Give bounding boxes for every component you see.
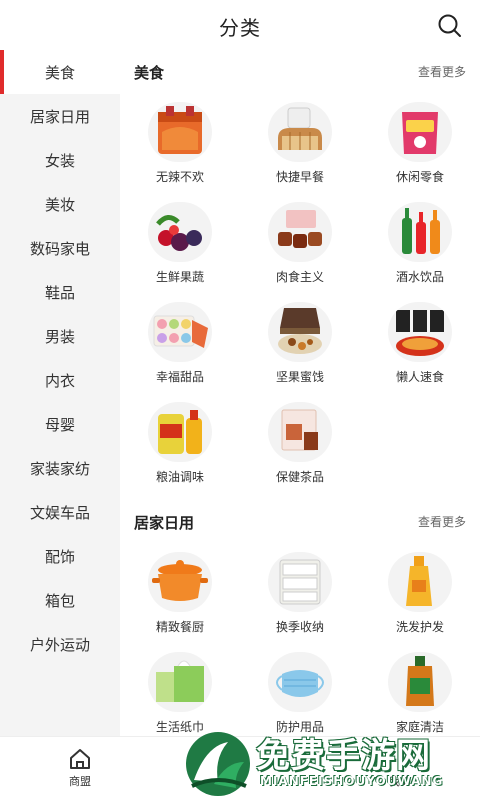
sidebar-item-label: 数码家电 [29, 239, 90, 258]
subcategory-label: 快捷早餐 [275, 170, 324, 184]
subcategory-label: 无辣不欢 [155, 170, 204, 184]
subcategory-item[interactable]: 幸福甜品 [120, 298, 240, 398]
macarons-icon [148, 302, 212, 362]
subcategory-item[interactable]: 精致餐厨 [120, 548, 240, 648]
section-header: 居家日用 查看更多 [120, 500, 480, 540]
section-title: 居家日用 [134, 514, 195, 532]
subcategory-item[interactable]: 换季收纳 [240, 548, 360, 648]
sidebar-item-label: 内衣 [44, 371, 75, 390]
section-food: 美食 查看更多 无辣不欢 快捷早餐 休闲零食 生鲜果蔬 肉食主义 酒水饮品 幸福… [120, 50, 480, 484]
braised-meat-icon [268, 202, 332, 262]
watermark-logo-icon [186, 732, 250, 796]
sidebar-item-label: 文娱车品 [29, 503, 90, 522]
pot-icon [148, 552, 212, 612]
subcategory-item[interactable]: 酒水饮品 [360, 198, 480, 298]
page-title: 分类 [219, 16, 261, 40]
subcategory-label: 换季收纳 [275, 620, 324, 634]
spicy-meat-icon [148, 102, 212, 162]
top-bar: 分类 [0, 0, 480, 50]
tissue-icon [148, 652, 212, 712]
subcategory-label: 酒水饮品 [395, 270, 444, 284]
tea-box-icon [268, 402, 332, 462]
home-icon [70, 749, 90, 769]
sidebar-item-home-textiles[interactable]: 家装家纺 [0, 446, 120, 490]
sidebar-item-label: 居家日用 [29, 107, 90, 126]
search-icon [438, 14, 461, 37]
sidebar-item-label: 户外运动 [29, 635, 90, 654]
subcategory-label: 粮油调味 [155, 470, 204, 484]
sidebar-item-label: 女装 [44, 151, 75, 170]
sidebar-item-label: 美妆 [44, 195, 75, 214]
site-watermark: 免费手游网 MIANFEISHOUYOUWANG [184, 728, 480, 800]
nav-tab-shangmeng[interactable]: 商盟 [40, 743, 120, 789]
sidebar-item-accessories[interactable]: 配饰 [0, 534, 120, 578]
subcategory-label: 精致餐厨 [155, 620, 204, 634]
subcategory-item[interactable]: 快捷早餐 [240, 98, 360, 198]
sidebar-item-baby[interactable]: 母婴 [0, 402, 120, 446]
category-content: 美食 查看更多 无辣不欢 快捷早餐 休闲零食 生鲜果蔬 肉食主义 酒水饮品 幸福… [120, 50, 480, 736]
sidebar-item-shoes[interactable]: 鞋品 [0, 270, 120, 314]
rice-oil-icon [148, 402, 212, 462]
shampoo-icon [388, 552, 452, 612]
nut-box-icon [268, 302, 332, 362]
sidebar-item-mens[interactable]: 男装 [0, 314, 120, 358]
subcategory-label: 肉食主义 [275, 270, 324, 284]
section-title: 美食 [134, 64, 165, 82]
section-header: 美食 查看更多 [120, 50, 480, 90]
subcategory-item[interactable]: 粮油调味 [120, 398, 240, 498]
subcategory-label: 生鲜果蔬 [155, 270, 204, 284]
sidebar-item-label: 配饰 [44, 547, 75, 566]
berries-icon [148, 202, 212, 262]
see-more-link[interactable]: 查看更多 [418, 513, 466, 530]
bread-icon [268, 102, 332, 162]
cleaner-bottle-icon [388, 652, 452, 712]
subcategory-item[interactable]: 无辣不欢 [120, 98, 240, 198]
bottles-icon [388, 202, 452, 262]
sidebar-item-womens[interactable]: 女装 [0, 138, 120, 182]
sidebar-item-label: 家装家纺 [29, 459, 90, 478]
sidebar-item-label: 母婴 [44, 415, 75, 434]
category-sidebar: 美食 居家日用 女装 美妆 数码家电 鞋品 男装 内衣 母婴 家装家纺 文娱车品… [0, 50, 120, 736]
sidebar-item-label: 男装 [44, 327, 75, 346]
instant-noodles-icon [388, 302, 452, 362]
subcategory-label: 懒人速食 [395, 370, 444, 384]
app-root: 分类 美食 居家日用 女装 美妆 数码家电 鞋品 男装 内衣 母婴 家装家纺 文… [0, 0, 480, 800]
subcategory-item[interactable]: 坚果蜜饯 [240, 298, 360, 398]
nav-label: 商盟 [69, 775, 91, 788]
sidebar-item-label: 箱包 [44, 591, 75, 610]
sidebar-item-bags[interactable]: 箱包 [0, 578, 120, 622]
subcategory-label: 保健茶品 [275, 470, 324, 484]
subcategory-item[interactable]: 洗发护发 [360, 548, 480, 648]
subcategory-label: 洗发护发 [395, 620, 444, 634]
face-mask-icon [268, 652, 332, 712]
subcategory-item[interactable]: 懒人速食 [360, 298, 480, 398]
subcategory-label: 休闲零食 [395, 170, 444, 184]
storage-drawer-icon [268, 552, 332, 612]
sidebar-item-household[interactable]: 居家日用 [0, 94, 120, 138]
subcategory-label: 幸福甜品 [155, 370, 204, 384]
subcategory-item[interactable]: 保健茶品 [240, 398, 360, 498]
watermark-subtext: MIANFEISHOUYOUWANG [260, 774, 444, 788]
sidebar-item-label: 鞋品 [44, 283, 75, 302]
section-household: 居家日用 查看更多 精致餐厨 换季收纳 洗发护发 生活纸巾 防护用品 家庭清洁 [120, 500, 480, 734]
subcategory-item[interactable]: 生鲜果蔬 [120, 198, 240, 298]
subcategory-item[interactable]: 肉食主义 [240, 198, 360, 298]
sidebar-item-food[interactable]: 美食 [0, 50, 120, 94]
watermark-text: 免费手游网 [256, 736, 431, 776]
subcategory-item[interactable]: 休闲零食 [360, 98, 480, 198]
sidebar-item-entertainment-car[interactable]: 文娱车品 [0, 490, 120, 534]
sidebar-item-electronics[interactable]: 数码家电 [0, 226, 120, 270]
sidebar-item-beauty[interactable]: 美妆 [0, 182, 120, 226]
sidebar-item-underwear[interactable]: 内衣 [0, 358, 120, 402]
subcategory-label: 坚果蜜饯 [275, 370, 324, 384]
snack-bag-icon [388, 102, 452, 162]
search-button[interactable] [436, 12, 464, 40]
sidebar-item-outdoor[interactable]: 户外运动 [0, 622, 120, 666]
see-more-link[interactable]: 查看更多 [418, 63, 466, 80]
sidebar-item-label: 美食 [44, 63, 75, 82]
